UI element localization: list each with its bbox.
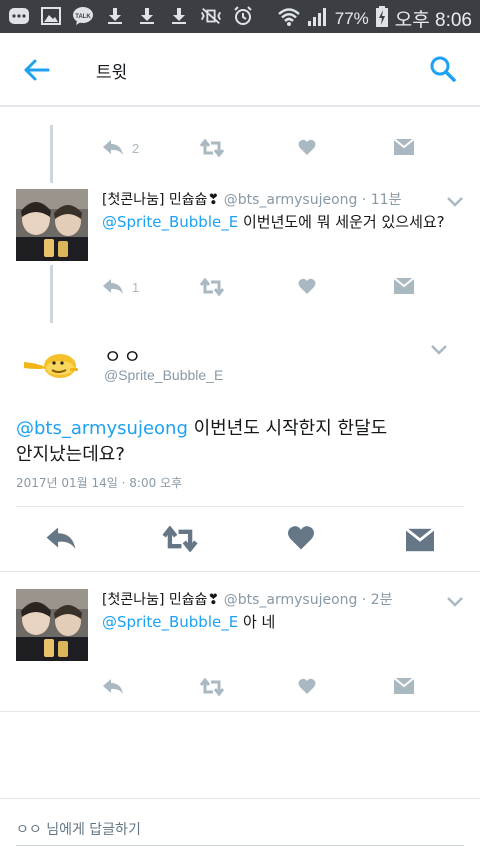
wifi-icon <box>277 7 301 31</box>
download-icon <box>104 6 126 26</box>
battery-percent: 77% <box>334 8 369 28</box>
tweet-body: 아 네 <box>238 613 276 631</box>
reply-count: 1 <box>132 279 140 295</box>
reply-icon <box>46 527 76 550</box>
avatar[interactable] <box>16 589 88 661</box>
mention-link[interactable]: @Sprite_Bubble_E <box>102 213 238 231</box>
thread-line <box>50 125 53 183</box>
heart-icon <box>298 278 316 294</box>
envelope-icon <box>394 678 414 694</box>
mention-link[interactable]: @Sprite_Bubble_E <box>102 613 238 631</box>
direct-message-button[interactable] <box>394 139 414 155</box>
divider <box>0 571 480 572</box>
user-handle[interactable]: @bts_armysujeong <box>224 192 358 208</box>
direct-message-button[interactable] <box>394 278 414 294</box>
reply-button[interactable] <box>45 526 77 552</box>
alarm-icon <box>232 6 254 26</box>
display-name[interactable]: [첫콘나눔] 민슙슙❣ <box>102 592 219 608</box>
tweet-body-line2: 안지났는데요? <box>16 444 125 465</box>
status-bar: TALK 77% 오후 8:06 <box>0 0 480 33</box>
display-name[interactable]: [첫콘나눔] 민슙슙❣ <box>102 192 219 208</box>
heart-icon <box>288 526 314 550</box>
avatar[interactable] <box>16 330 88 402</box>
like-button[interactable] <box>287 525 315 551</box>
reply-icon <box>103 679 123 694</box>
tweet-time: · 11분 <box>361 192 402 208</box>
retweet-icon <box>162 526 198 552</box>
like-button[interactable] <box>298 678 316 695</box>
app-toolbar: 트윗 <box>0 33 480 107</box>
tweet-header: [첫콘나눔] 민슙슙❣ @bts_armysujeong · 11분 <box>102 189 401 209</box>
tweet-timestamp: 2017년 01월 14일 · 8:00 오후 <box>16 476 183 490</box>
vibrate-mute-icon <box>200 6 222 26</box>
avatar[interactable] <box>16 189 88 261</box>
chevron-down-icon[interactable] <box>446 593 464 607</box>
user-handle[interactable]: @Sprite_Bubble_E <box>104 367 223 383</box>
retweet-button[interactable] <box>200 278 224 296</box>
gallery-icon <box>40 6 62 26</box>
reply-button[interactable]: 2 <box>102 139 139 157</box>
envelope-icon <box>394 278 414 294</box>
like-button[interactable] <box>298 278 316 295</box>
reply-button[interactable]: 1 <box>102 278 139 296</box>
direct-message-button[interactable] <box>406 528 434 552</box>
reply-button[interactable] <box>102 678 124 696</box>
reply-input[interactable]: ㅇㅇ 님에게 답글하기 <box>16 819 141 839</box>
tweet-header: [첫콘나눔] 민슙슙❣ @bts_armysujeong · 2분 <box>102 589 393 609</box>
user-handle[interactable]: @bts_armysujeong <box>224 592 358 608</box>
download-icon <box>168 6 190 26</box>
kakaotalk-icon: TALK <box>72 6 94 26</box>
search-icon[interactable] <box>428 54 458 84</box>
divider <box>16 506 464 507</box>
retweet-icon <box>200 278 224 296</box>
like-button[interactable] <box>298 139 316 156</box>
envelope-icon <box>406 528 434 552</box>
heart-icon <box>298 678 316 694</box>
divider <box>0 711 480 712</box>
reply-count: 2 <box>132 140 140 156</box>
display-name[interactable]: ㅇㅇ <box>104 342 143 369</box>
talk-label: TALK <box>75 14 91 20</box>
chevron-down-icon[interactable] <box>446 193 464 207</box>
clock: 오후 8:06 <box>394 10 472 31</box>
tweet-body: 이번년도에 뭐 세운거 있으세요? <box>238 213 445 231</box>
reply-input-underline <box>16 845 464 846</box>
signal-icon <box>307 7 329 31</box>
mention-link[interactable]: @bts_armysujeong <box>16 418 188 439</box>
reply-icon <box>103 279 123 294</box>
tweet-text: @bts_armysujeong 이번년도 시작한지 한달도 안지났는데요? <box>16 416 456 468</box>
tweet-time: · 2분 <box>361 592 393 608</box>
retweet-icon <box>200 678 224 696</box>
download-icon <box>136 6 158 26</box>
back-arrow-icon[interactable] <box>22 55 52 85</box>
more-notifications-icon <box>8 6 30 26</box>
retweet-button[interactable] <box>200 678 224 696</box>
direct-message-button[interactable] <box>394 678 414 694</box>
tweet-body-line1: 이번년도 시작한지 한달도 <box>187 418 388 439</box>
thread-line <box>50 265 53 323</box>
battery-charging-icon <box>375 5 389 32</box>
retweet-icon <box>200 139 224 157</box>
tweet-text: @Sprite_Bubble_E 이번년도에 뭐 세운거 있으세요? <box>102 211 445 232</box>
page-title: 트윗 <box>96 63 128 83</box>
reply-icon <box>103 140 123 155</box>
reply-composer: ㅇㅇ 님에게 답글하기 <box>0 798 480 853</box>
retweet-button[interactable] <box>162 526 198 552</box>
heart-icon <box>298 139 316 155</box>
chevron-down-icon[interactable] <box>430 341 448 355</box>
envelope-icon <box>394 139 414 155</box>
tweet-text: @Sprite_Bubble_E 아 네 <box>102 611 275 632</box>
retweet-button[interactable] <box>200 139 224 157</box>
